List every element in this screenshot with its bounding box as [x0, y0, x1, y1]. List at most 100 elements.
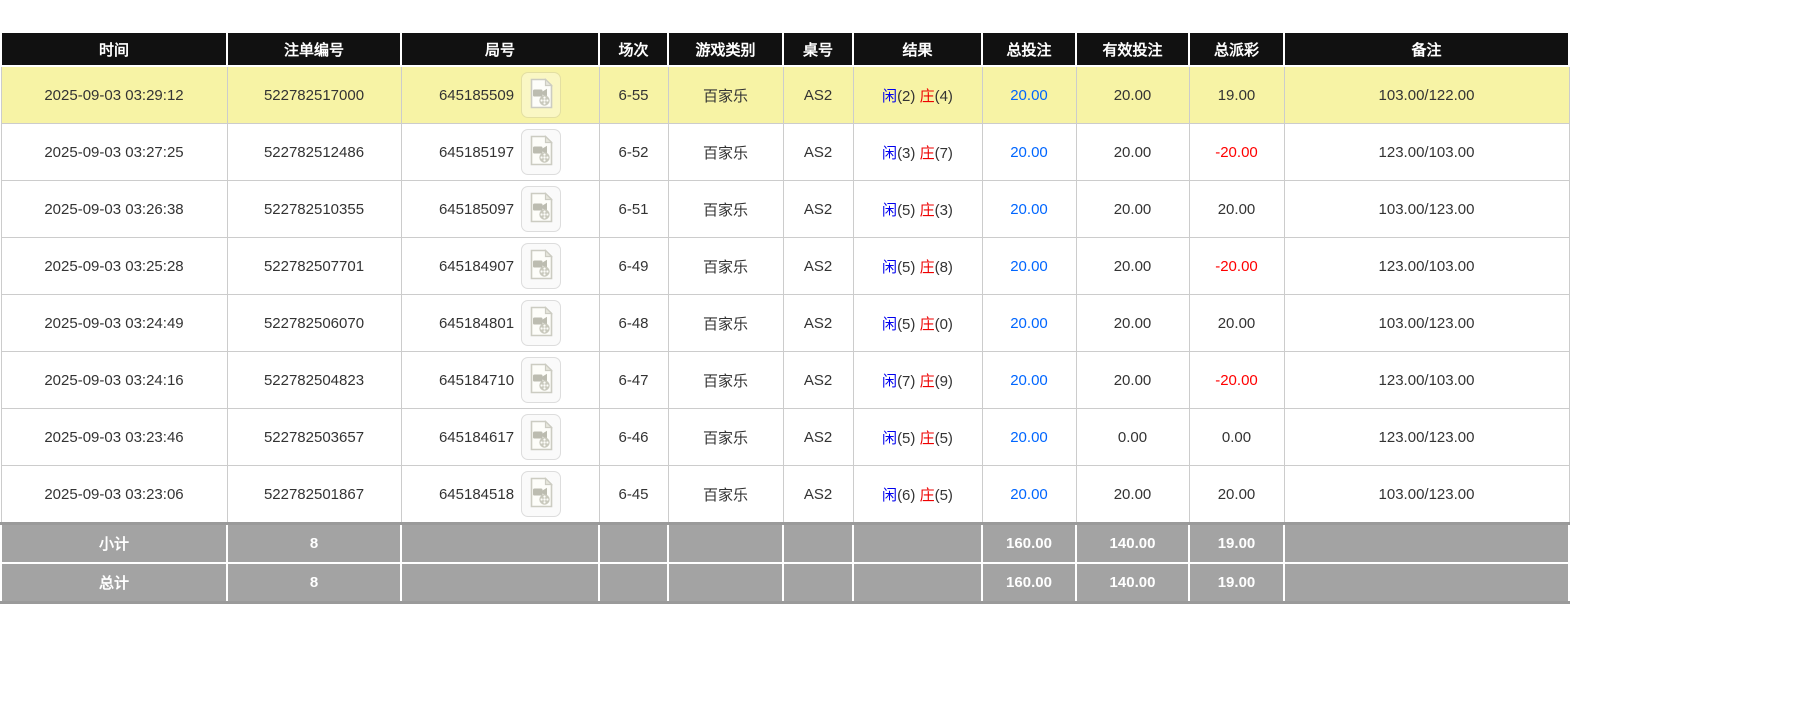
- cell-round-no: 645185197: [401, 124, 599, 181]
- round-number: 645184801: [439, 315, 514, 332]
- cell-result: 闲(3) 庄(7): [853, 124, 982, 181]
- video-file-icon: [528, 78, 555, 112]
- column-header-7: 总投注: [982, 32, 1076, 66]
- table-row[interactable]: 2025-09-03 03:24:16522782504823645184710…: [1, 352, 1569, 409]
- cell-time: 2025-09-03 03:26:38: [1, 181, 227, 238]
- cell-session: 6-45: [599, 466, 668, 524]
- cell-table-no: AS2: [783, 466, 853, 524]
- cell-round-no: 645184907: [401, 238, 599, 295]
- column-header-3: 场次: [599, 32, 668, 66]
- video-replay-button[interactable]: [521, 471, 561, 517]
- cell-game-type: 百家乐: [668, 66, 783, 124]
- cell-remark: 103.00/123.00: [1284, 295, 1569, 352]
- cell-payout: -20.00: [1189, 124, 1284, 181]
- cell-result: 闲(2) 庄(4): [853, 66, 982, 124]
- video-replay-button[interactable]: [521, 357, 561, 403]
- round-cell: 645185197: [406, 129, 595, 175]
- cell-remark: 103.00/122.00: [1284, 66, 1569, 124]
- cell-session: 6-49: [599, 238, 668, 295]
- column-header-6: 结果: [853, 32, 982, 66]
- video-replay-button[interactable]: [521, 186, 561, 232]
- cell-table-no: AS2: [783, 181, 853, 238]
- video-replay-button[interactable]: [521, 243, 561, 289]
- cell-bet-no: 522782512486: [227, 124, 401, 181]
- cell-time: 2025-09-03 03:23:06: [1, 466, 227, 524]
- cell-total-bet: 20.00: [982, 352, 1076, 409]
- video-replay-button[interactable]: [521, 72, 561, 118]
- result-banker-score: (5): [935, 430, 953, 447]
- footer-empty-table: [783, 563, 853, 603]
- result-banker-label: 庄: [920, 430, 935, 447]
- cell-valid-bet: 20.00: [1076, 238, 1189, 295]
- table-row[interactable]: 2025-09-03 03:27:25522782512486645185197…: [1, 124, 1569, 181]
- cell-session: 6-55: [599, 66, 668, 124]
- footer-total-bet: 160.00: [982, 563, 1076, 603]
- video-replay-button[interactable]: [521, 300, 561, 346]
- cell-total-bet: 20.00: [982, 181, 1076, 238]
- cell-valid-bet: 20.00: [1076, 181, 1189, 238]
- cell-result: 闲(7) 庄(9): [853, 352, 982, 409]
- cell-table-no: AS2: [783, 352, 853, 409]
- footer-empty-round: [401, 524, 599, 564]
- video-file-icon: [528, 477, 555, 511]
- result-banker-label: 庄: [920, 373, 935, 390]
- footer-remark: [1284, 524, 1569, 564]
- cell-bet-no: 522782510355: [227, 181, 401, 238]
- cell-total-bet: 20.00: [982, 409, 1076, 466]
- cell-payout: 20.00: [1189, 181, 1284, 238]
- cell-total-bet: 20.00: [982, 295, 1076, 352]
- cell-round-no: 645184801: [401, 295, 599, 352]
- cell-valid-bet: 20.00: [1076, 466, 1189, 524]
- column-header-2: 局号: [401, 32, 599, 66]
- column-header-10: 备注: [1284, 32, 1569, 66]
- cell-game-type: 百家乐: [668, 181, 783, 238]
- video-replay-button[interactable]: [521, 129, 561, 175]
- video-file-icon: [528, 306, 555, 340]
- footer-label: 小计: [1, 524, 227, 564]
- cell-remark: 123.00/123.00: [1284, 409, 1569, 466]
- result-banker-label: 庄: [920, 487, 935, 504]
- table-row[interactable]: 2025-09-03 03:23:46522782503657645184617…: [1, 409, 1569, 466]
- result-player-score: (2): [897, 88, 915, 105]
- footer-count: 8: [227, 524, 401, 564]
- column-header-4: 游戏类别: [668, 32, 783, 66]
- video-file-icon: [528, 135, 555, 169]
- table-row[interactable]: 2025-09-03 03:29:12522782517000645185509…: [1, 66, 1569, 124]
- cell-session: 6-46: [599, 409, 668, 466]
- cell-time: 2025-09-03 03:25:28: [1, 238, 227, 295]
- round-number: 645185197: [439, 144, 514, 161]
- round-cell: 645185509: [406, 72, 595, 118]
- table-row[interactable]: 2025-09-03 03:23:06522782501867645184518…: [1, 466, 1569, 524]
- round-number: 645184617: [439, 429, 514, 446]
- footer-remark: [1284, 563, 1569, 603]
- cell-table-no: AS2: [783, 295, 853, 352]
- column-header-5: 桌号: [783, 32, 853, 66]
- round-cell: 645184710: [406, 357, 595, 403]
- round-number: 645185097: [439, 201, 514, 218]
- result-banker-score: (5): [935, 487, 953, 504]
- cell-valid-bet: 0.00: [1076, 409, 1189, 466]
- cell-remark: 103.00/123.00: [1284, 466, 1569, 524]
- video-file-icon: [528, 420, 555, 454]
- table-row[interactable]: 2025-09-03 03:26:38522782510355 645185097…: [1, 181, 1569, 238]
- cell-round-no: 645185509: [401, 66, 599, 124]
- result-banker-label: 庄: [920, 202, 935, 219]
- result-player-label: 闲: [882, 487, 897, 504]
- result-player-label: 闲: [882, 88, 897, 105]
- result-player-label: 闲: [882, 430, 897, 447]
- footer-empty-game: [668, 563, 783, 603]
- result-banker-score: (9): [935, 373, 953, 390]
- cell-game-type: 百家乐: [668, 238, 783, 295]
- table-row[interactable]: 2025-09-03 03:25:28522782507701645184907…: [1, 238, 1569, 295]
- cell-round-no: 645184710: [401, 352, 599, 409]
- cell-valid-bet: 20.00: [1076, 295, 1189, 352]
- footer-empty-result: [853, 563, 982, 603]
- cell-payout: 20.00: [1189, 295, 1284, 352]
- result-banker-label: 庄: [920, 88, 935, 105]
- footer-payout: 19.00: [1189, 524, 1284, 564]
- cell-table-no: AS2: [783, 409, 853, 466]
- table-row[interactable]: 2025-09-03 03:24:49522782506070645184801…: [1, 295, 1569, 352]
- video-replay-button[interactable]: [521, 414, 561, 460]
- cell-result: 闲(6) 庄(5): [853, 466, 982, 524]
- column-header-9: 总派彩: [1189, 32, 1284, 66]
